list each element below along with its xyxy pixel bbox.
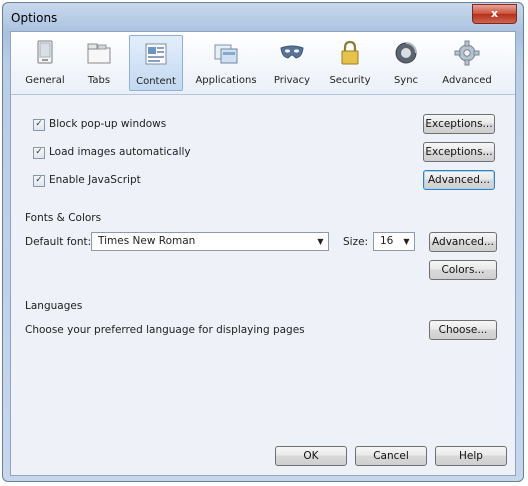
colors-button[interactable]: Colors... — [429, 260, 497, 280]
general-icon — [37, 40, 53, 64]
tabs-icon — [87, 43, 111, 64]
choose-language-button[interactable]: Choose... — [429, 320, 497, 340]
privacy-mask-icon — [280, 45, 304, 59]
security-lock-icon — [341, 40, 359, 65]
title-bar[interactable]: Options x — [3, 3, 523, 33]
tab-security-label: Security — [329, 75, 371, 86]
ok-button[interactable]: OK — [275, 446, 347, 466]
load-images-checkbox[interactable]: ✓ — [33, 147, 45, 159]
tab-sync[interactable]: Sync — [383, 35, 429, 91]
default-font-select[interactable]: Times New Roman ▼ — [91, 232, 329, 251]
images-exceptions-button[interactable]: Exceptions... — [423, 142, 495, 162]
tab-advanced-label: Advanced — [442, 75, 492, 86]
default-font-label: Default font: — [25, 236, 92, 248]
chevron-down-icon: ▼ — [317, 237, 324, 246]
tab-general[interactable]: General — [21, 35, 69, 91]
content-icon — [145, 43, 167, 65]
block-popups-checkbox[interactable]: ✓ — [33, 119, 45, 131]
sync-icon — [395, 42, 417, 64]
block-popups-label: Block pop-up windows — [49, 118, 167, 130]
languages-heading: Languages — [25, 300, 83, 312]
tab-applications[interactable]: Applications — [191, 35, 261, 91]
tab-tabs[interactable]: Tabs — [75, 35, 123, 91]
cancel-button[interactable]: Cancel — [355, 446, 427, 466]
content-pane: ✓ Block pop-up windows Exceptions... ✓ L… — [25, 106, 503, 418]
window-title: Options — [11, 11, 58, 25]
tab-advanced[interactable]: Advanced — [435, 35, 499, 91]
advanced-gear-icon — [454, 40, 480, 66]
font-size-select[interactable]: 16 ▼ — [373, 232, 415, 251]
tab-privacy[interactable]: Privacy — [267, 35, 317, 91]
applications-icon — [214, 44, 238, 64]
load-images-label: Load images automatically — [49, 146, 191, 158]
default-font-value: Times New Roman — [98, 235, 196, 247]
tab-content-label: Content — [136, 76, 176, 87]
enable-js-checkbox[interactable]: ✓ — [33, 175, 45, 187]
tab-security[interactable]: Security — [323, 35, 377, 91]
dialog-client-area: General Tabs Content Applications Privac… — [10, 31, 516, 476]
close-button[interactable]: x — [472, 4, 517, 24]
size-label: Size: — [343, 236, 369, 248]
options-window: Options x General Tabs Content Applicati… — [2, 2, 524, 482]
category-toolbar: General Tabs Content Applications Privac… — [11, 32, 515, 95]
help-button[interactable]: Help — [435, 446, 507, 466]
languages-description: Choose your preferred language for displ… — [25, 324, 305, 336]
js-advanced-button[interactable]: Advanced... — [423, 170, 495, 190]
tab-sync-label: Sync — [393, 75, 419, 86]
tab-privacy-label: Privacy — [273, 75, 311, 86]
fonts-advanced-button[interactable]: Advanced... — [429, 232, 497, 252]
tab-tabs-label: Tabs — [87, 75, 111, 86]
font-size-value: 16 — [380, 235, 394, 247]
tab-applications-label: Applications — [195, 75, 257, 86]
tab-content[interactable]: Content — [129, 35, 183, 91]
chevron-down-icon: ▼ — [403, 237, 410, 246]
enable-js-label: Enable JavaScript — [49, 174, 141, 186]
tab-general-label: General — [25, 75, 65, 86]
popup-exceptions-button[interactable]: Exceptions... — [423, 114, 495, 134]
fonts-colors-heading: Fonts & Colors — [25, 212, 102, 224]
